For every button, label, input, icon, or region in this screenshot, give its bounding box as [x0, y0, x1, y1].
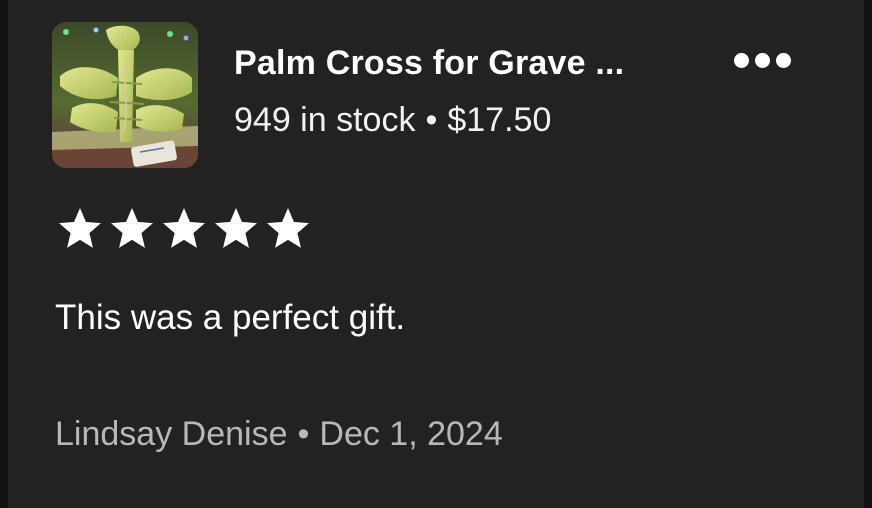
- review-byline: Lindsay Denise • Dec 1, 2024: [55, 415, 503, 454]
- more-horizontal-icon-dot: [754, 52, 770, 68]
- review-date: Dec 1, 2024: [319, 415, 503, 453]
- review-card: Palm Cross for Grave ... 949 in stock • $1…: [0, 0, 872, 508]
- star-rating: [57, 206, 311, 252]
- star-icon: [265, 206, 311, 252]
- star-icon: [109, 206, 155, 252]
- review-author[interactable]: Lindsay Denise: [55, 415, 287, 453]
- listing-meta: 949 in stock • $17.50: [234, 101, 551, 140]
- stock-count: 949 in stock: [234, 101, 416, 139]
- byline-separator: •: [297, 415, 310, 453]
- meta-separator: •: [425, 101, 438, 139]
- left-edge: [0, 0, 8, 508]
- star-icon: [57, 206, 103, 252]
- star-icon: [213, 206, 259, 252]
- palm-cross-photo-icon: [52, 22, 198, 168]
- more-horizontal-icon-dot: [775, 52, 791, 68]
- listing-price: $17.50: [447, 101, 552, 139]
- star-icon: [161, 206, 207, 252]
- listing-thumbnail[interactable]: [52, 22, 198, 168]
- more-horizontal-icon: [733, 52, 749, 68]
- more-options-button[interactable]: [726, 40, 798, 80]
- review-text: This was a perfect gift.: [55, 298, 406, 337]
- right-edge: [864, 0, 872, 508]
- listing-title[interactable]: Palm Cross for Grave ...: [234, 44, 624, 83]
